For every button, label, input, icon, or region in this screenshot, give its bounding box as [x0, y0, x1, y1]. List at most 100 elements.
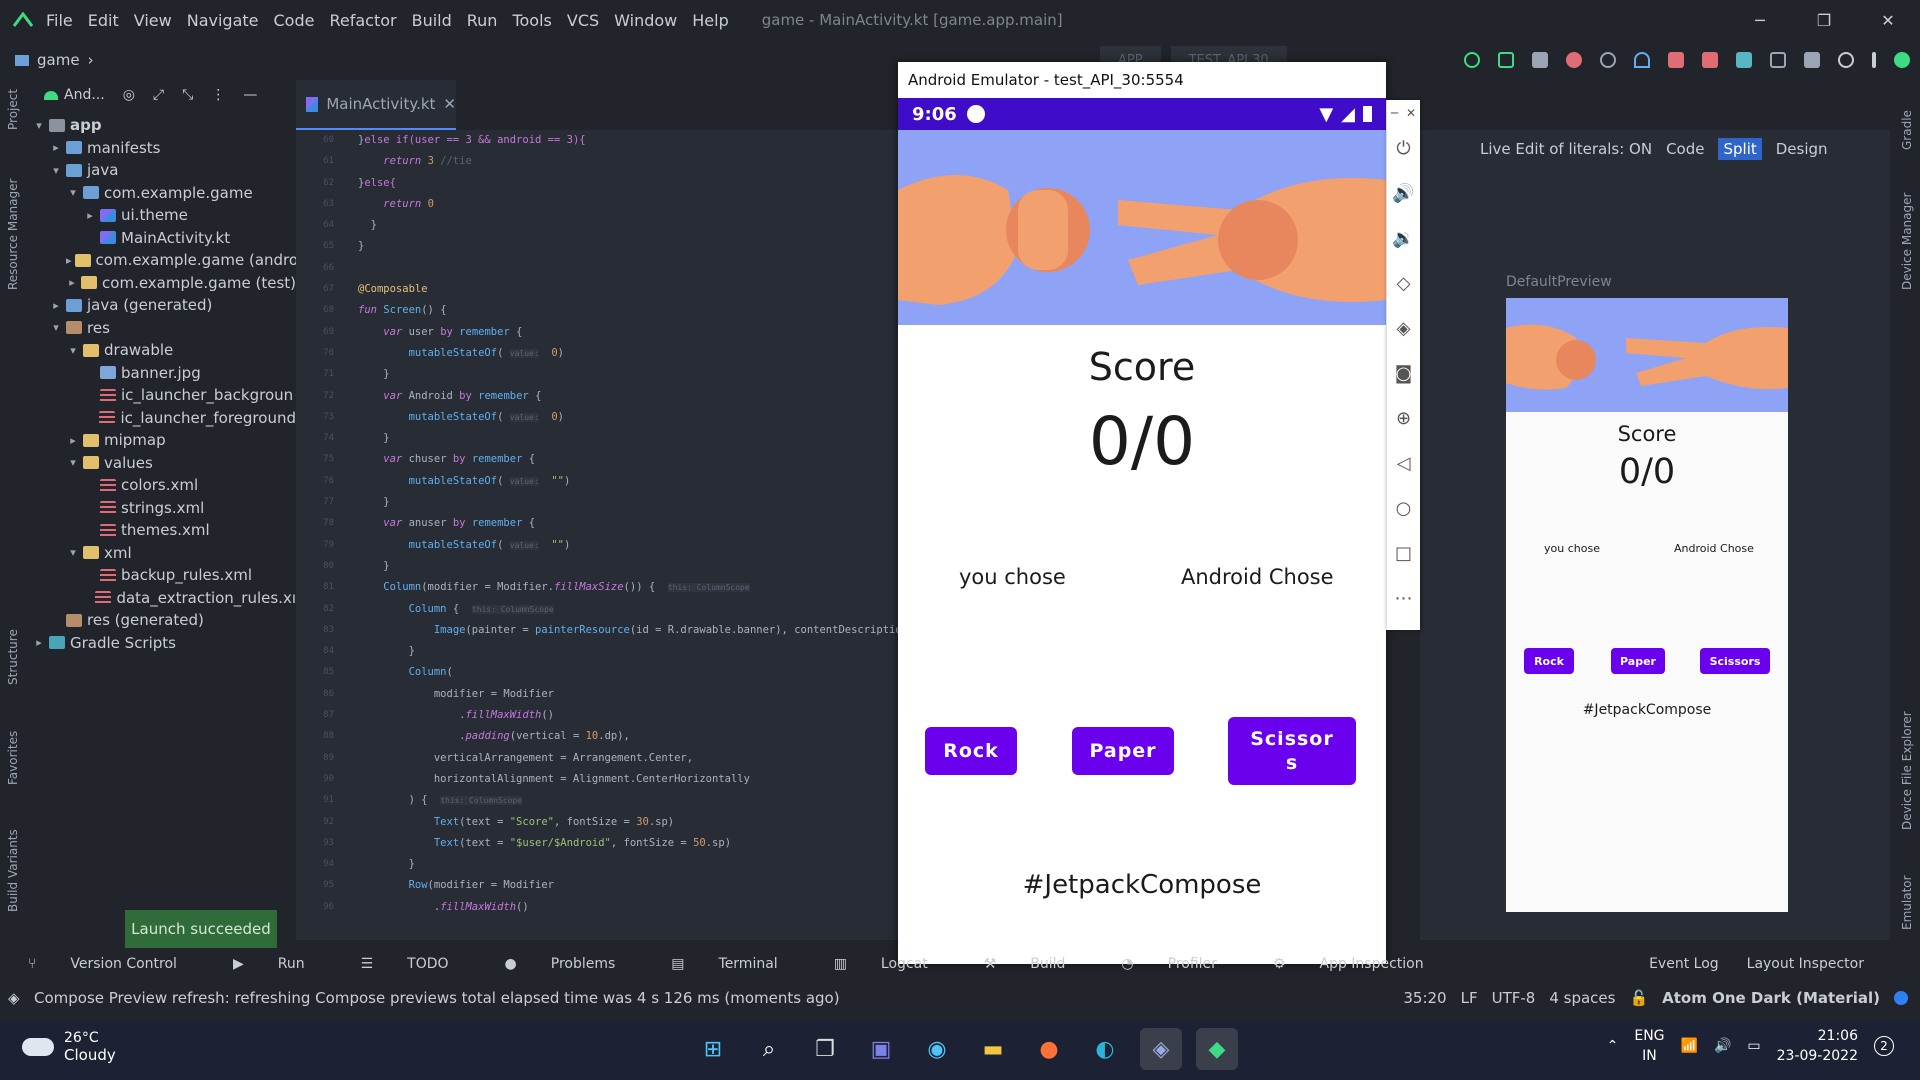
- region[interactable]: IN: [1634, 1046, 1664, 1066]
- notification-dot-icon[interactable]: [1894, 991, 1908, 1005]
- tool-tab-layout-inspector[interactable]: Layout Inspector: [1747, 956, 1864, 972]
- menu-help[interactable]: Help: [692, 11, 728, 30]
- stop-icon[interactable]: [1702, 52, 1718, 68]
- code-line[interactable]: mutableStateOf( value: 0): [358, 407, 898, 428]
- indent-setting[interactable]: 4 spaces: [1549, 989, 1615, 1007]
- tool-tab-event-log[interactable]: Event Log: [1649, 956, 1719, 972]
- edge-icon[interactable]: ◐: [1084, 1028, 1126, 1070]
- file-encoding[interactable]: UTF-8: [1492, 989, 1536, 1007]
- breadcrumb[interactable]: game ›: [15, 51, 94, 69]
- tree-node[interactable]: ▾ app: [28, 114, 296, 137]
- chevron-right-icon[interactable]: ▸: [49, 299, 63, 312]
- hide-icon[interactable]: —: [243, 87, 257, 103]
- tree-node[interactable]: ▸ com.example.game (andro: [28, 249, 296, 272]
- code-line[interactable]: ) { this: ColumnScope: [358, 790, 898, 811]
- chevron-right-icon[interactable]: ▸: [32, 636, 46, 649]
- emulator-taskbar-icon[interactable]: ◆: [1196, 1028, 1238, 1070]
- tree-node[interactable]: MainActivity.kt: [28, 227, 296, 250]
- more-options-icon[interactable]: ⋯: [1387, 576, 1420, 621]
- code-line[interactable]: var user by remember {: [358, 322, 898, 343]
- device-file-explorer-tool-tab[interactable]: Device File Explorer: [1900, 711, 1914, 830]
- file-explorer-icon[interactable]: ▬: [972, 1028, 1014, 1070]
- tree-node[interactable]: ic_launcher_backgroun: [28, 384, 296, 407]
- chevron-right-icon[interactable]: ▸: [66, 254, 72, 267]
- code-line[interactable]: }: [358, 428, 898, 449]
- chevron-down-icon[interactable]: ▾: [49, 321, 63, 334]
- build-variants-tool-tab[interactable]: Build Variants: [6, 829, 20, 912]
- home-icon[interactable]: ○: [1387, 486, 1420, 531]
- paper-button[interactable]: Paper: [1072, 727, 1174, 775]
- gradle-sync-icon[interactable]: [1736, 52, 1752, 68]
- tree-node[interactable]: ▾ res: [28, 317, 296, 340]
- code-line[interactable]: }: [358, 236, 898, 257]
- back-icon[interactable]: ◁: [1387, 441, 1420, 486]
- windows-start-icon[interactable]: ⊞: [692, 1028, 734, 1070]
- cursor-position[interactable]: 35:20: [1403, 989, 1446, 1007]
- tree-node[interactable]: banner.jpg: [28, 362, 296, 385]
- tool-tab-profiler[interactable]: ◔ Profiler: [1121, 956, 1245, 972]
- sdk-manager-icon[interactable]: [1804, 52, 1820, 68]
- account-icon[interactable]: [1894, 52, 1910, 68]
- tool-tab-todo[interactable]: ☰ TODO: [361, 956, 477, 972]
- tree-node[interactable]: data_extraction_rules.xı: [28, 587, 296, 610]
- code-line[interactable]: .fillMaxWidth(): [358, 897, 898, 918]
- code-line[interactable]: }: [358, 854, 898, 875]
- emulator-close-icon[interactable]: ✕: [1406, 106, 1416, 120]
- chevron-down-icon[interactable]: ▾: [32, 119, 46, 132]
- code-line[interactable]: fun Screen() {: [358, 300, 898, 321]
- code-line[interactable]: modifier = Modifier: [358, 684, 898, 705]
- code-line[interactable]: Column { this: ColumnScope: [358, 599, 898, 620]
- code-line[interactable]: [358, 258, 898, 279]
- overview-icon[interactable]: □: [1387, 531, 1420, 576]
- gradle-tool-tab[interactable]: Gradle: [1900, 110, 1914, 150]
- android-studio-taskbar-icon[interactable]: ◈: [1140, 1028, 1182, 1070]
- tree-node[interactable]: ▾ xml: [28, 542, 296, 565]
- volume-down-icon[interactable]: 🔉: [1387, 216, 1420, 261]
- code-editor[interactable]: 60 61 62 63 64 65 66 67 68 69 70 71 72 73 74 75 76 77 78 79…: [296, 130, 900, 940]
- code-line[interactable]: }else{: [358, 173, 898, 194]
- menu-window[interactable]: Window: [614, 11, 677, 30]
- tool-tab-logcat[interactable]: ▥ Logcat: [834, 956, 956, 972]
- chevron-down-icon[interactable]: ▾: [66, 546, 80, 559]
- search-icon[interactable]: [1838, 52, 1854, 68]
- line-separator[interactable]: LF: [1461, 989, 1478, 1007]
- maximize-button[interactable]: ❐: [1792, 0, 1856, 40]
- code-line[interactable]: var Android by remember {: [358, 386, 898, 407]
- theme-name[interactable]: Atom One Dark (Material): [1662, 989, 1880, 1007]
- collapse-all-icon[interactable]: ⤡: [182, 87, 193, 103]
- code-mode-button[interactable]: Code: [1666, 140, 1704, 158]
- tree-node[interactable]: ▸ com.example.game (test): [28, 272, 296, 295]
- tree-node[interactable]: backup_rules.xml: [28, 564, 296, 587]
- code-line[interactable]: Column(: [358, 662, 898, 683]
- help-app-icon[interactable]: ◉: [916, 1028, 958, 1070]
- debug-icon[interactable]: [1566, 52, 1582, 68]
- rotate-left-icon[interactable]: ◇: [1387, 261, 1420, 306]
- code-line[interactable]: return 0: [358, 194, 898, 215]
- code-line[interactable]: verticalArrangement = Arrangement.Center…: [358, 748, 898, 769]
- volume-up-icon[interactable]: 🔊: [1387, 171, 1420, 216]
- options-icon[interactable]: ⋮: [211, 87, 225, 103]
- code-line[interactable]: horizontalAlignment = Alignment.CenterHo…: [358, 769, 898, 790]
- menu-vcs[interactable]: VCS: [567, 11, 599, 30]
- design-mode-button[interactable]: Design: [1776, 140, 1828, 158]
- tree-node[interactable]: strings.xml: [28, 497, 296, 520]
- emulator-minimize-icon[interactable]: ─: [1391, 106, 1398, 120]
- code-line[interactable]: }: [358, 556, 898, 577]
- menu-edit[interactable]: Edit: [88, 11, 119, 30]
- tree-node[interactable]: ▸ java (generated): [28, 294, 296, 317]
- chevron-down-icon[interactable]: ▾: [66, 186, 80, 199]
- wifi-icon[interactable]: 📶: [1681, 1038, 1698, 1054]
- device-manager-tool-tab[interactable]: Device Manager: [1900, 193, 1914, 290]
- tree-node[interactable]: ▸ ui.theme: [28, 204, 296, 227]
- more-icon[interactable]: [1872, 52, 1876, 68]
- code-line[interactable]: .fillMaxWidth(): [358, 705, 898, 726]
- compose-preview[interactable]: Score 0/0 you chose Android Chose Rock P…: [1506, 298, 1788, 912]
- favorites-tool-tab[interactable]: Favorites: [6, 731, 20, 785]
- rotate-right-icon[interactable]: ◈: [1387, 306, 1420, 351]
- menu-build[interactable]: Build: [412, 11, 452, 30]
- menu-navigate[interactable]: Navigate: [187, 11, 259, 30]
- attach-debugger-icon[interactable]: [1600, 52, 1616, 68]
- search-icon[interactable]: ⌕: [748, 1028, 790, 1070]
- tool-tab-problems[interactable]: ● Problems: [505, 956, 644, 972]
- code-line[interactable]: Column(modifier = Modifier.fillMaxSize()…: [358, 577, 898, 598]
